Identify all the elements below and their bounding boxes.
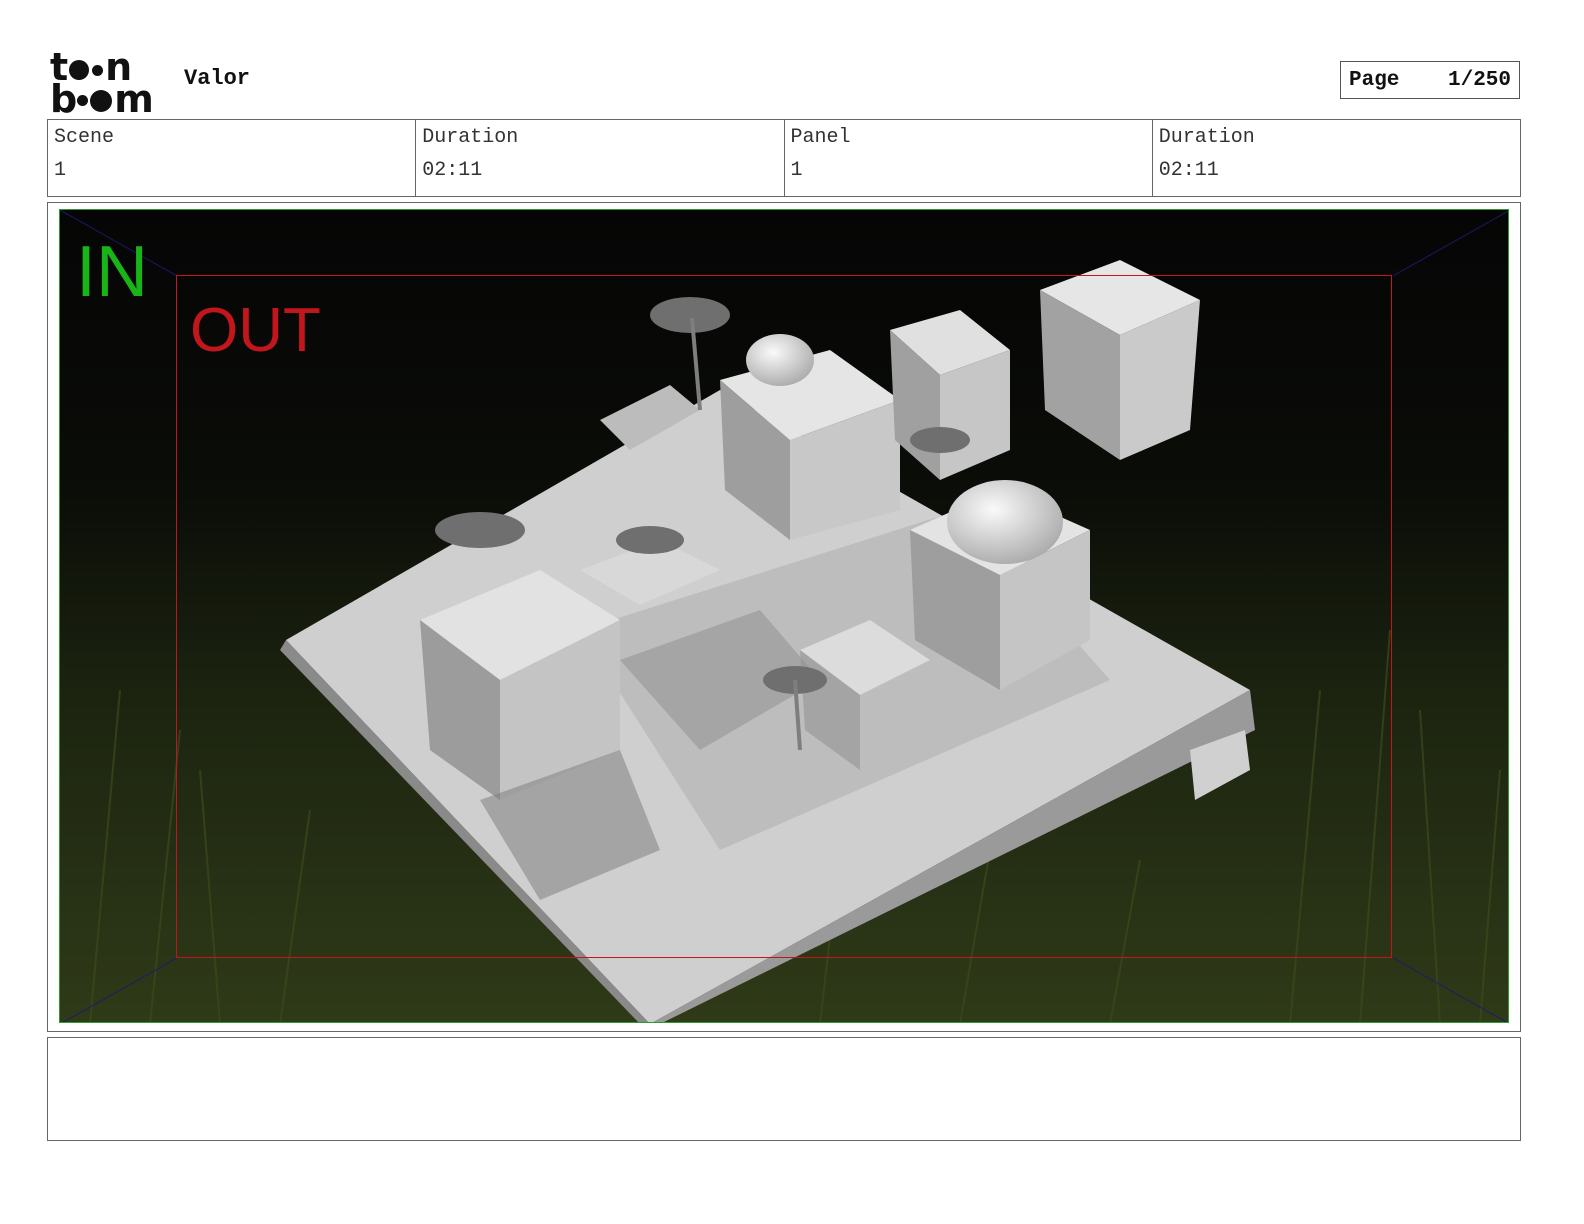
panel-label: Panel: [790, 126, 851, 149]
action-notes-box[interactable]: [47, 1037, 1521, 1141]
panel-info-table: Scene 1 Duration 02:11 Panel 1 Duration …: [47, 119, 1521, 197]
scene-duration-value: 02:11: [422, 159, 483, 182]
panel-duration-cell: Duration 02:11: [1151, 120, 1520, 196]
scene-label: Scene: [54, 126, 115, 149]
toonboom-logo: t n b m: [50, 45, 154, 121]
panel-duration-value: 02:11: [1158, 159, 1219, 182]
page-label: Page: [1349, 68, 1400, 92]
page-indicator: Page 1/250: [1340, 61, 1520, 99]
page-value: 1/250: [1447, 68, 1511, 92]
out-frame: [176, 275, 1392, 958]
scene-cell: Scene 1: [48, 120, 415, 196]
project-title: Valor: [184, 66, 251, 91]
scene-duration-label: Duration: [422, 126, 519, 149]
in-label: IN: [76, 232, 148, 312]
panel-value: 1: [790, 159, 803, 182]
panel-duration-label: Duration: [1158, 126, 1255, 149]
out-label: OUT: [190, 296, 321, 365]
panel-cell: Panel 1: [783, 120, 1152, 196]
scene-duration-cell: Duration 02:11: [415, 120, 783, 196]
scene-value: 1: [54, 159, 67, 182]
